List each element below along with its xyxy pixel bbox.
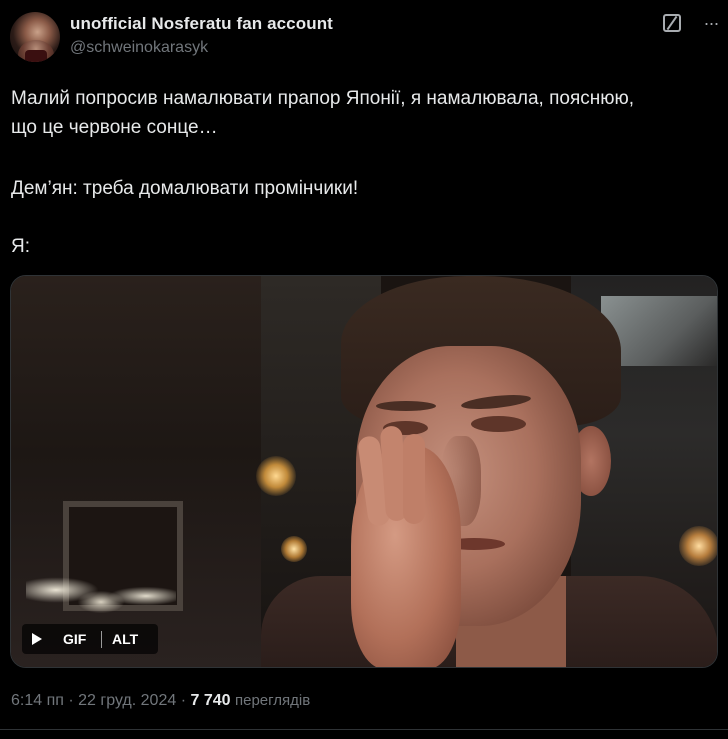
gif-frame-image <box>11 276 717 667</box>
tweet-text-line: Я: <box>11 236 30 257</box>
controls-divider <box>101 631 102 648</box>
tweet-text-line: Малий попросив намалювати прапор Японії,… <box>11 88 635 109</box>
meta-separator: · <box>180 692 187 709</box>
author-name[interactable]: unofficial Nosferatu fan account <box>70 14 333 34</box>
divider <box>0 729 728 730</box>
more-options-button[interactable]: ··· <box>700 14 722 34</box>
tweet-time[interactable]: 6:14 пп <box>11 692 64 709</box>
alt-text-button[interactable]: ALT <box>112 631 138 647</box>
author-handle[interactable]: @schweinokarasyk <box>70 39 208 57</box>
tweet-text-line: Дем’ян: треба домалювати промінчики! <box>11 178 359 199</box>
meta-separator: · <box>68 692 74 709</box>
gif-controls: GIF ALT <box>22 624 158 654</box>
tweet-meta: 6:14 пп · 22 груд. 2024 · 7 740 перегляд… <box>11 692 310 710</box>
avatar-dress <box>25 50 47 62</box>
grok-icon[interactable] <box>663 14 681 32</box>
gif-media[interactable] <box>10 275 718 668</box>
gif-badge: GIF <box>63 631 87 647</box>
avatar[interactable] <box>10 12 60 62</box>
views-count: 7 740 <box>190 692 231 709</box>
tweet-date[interactable]: 22 груд. 2024 <box>78 692 176 709</box>
play-icon[interactable] <box>32 633 42 645</box>
views-label: переглядів <box>234 692 311 709</box>
tweet-text-line: що це червоне сонце… <box>11 117 218 138</box>
tweet: unofficial Nosferatu fan account @schwei… <box>0 0 728 739</box>
